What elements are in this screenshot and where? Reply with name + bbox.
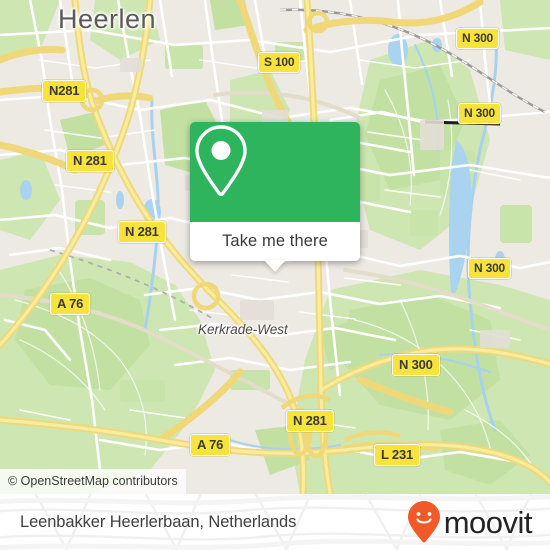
map-canvas[interactable]: Heerlen Kerkrade-West S 100 N 300 N281 N…	[0, 0, 550, 494]
popup-pin-panel	[190, 122, 360, 222]
footer-bar: Leenbakker Heerlerbaan, Netherlands moov…	[0, 494, 550, 550]
moovit-brand-logo[interactable]: moovit	[407, 500, 533, 544]
footer-content: Leenbakker Heerlerbaan, Netherlands moov…	[0, 494, 550, 550]
take-me-there-popup[interactable]: Take me there	[190, 122, 360, 272]
popup-pointer-tail	[264, 260, 286, 272]
take-me-there-label: Take me there	[222, 232, 328, 250]
popup-action-bar[interactable]: Take me there	[190, 222, 360, 272]
moovit-wordmark: moovit	[443, 504, 533, 540]
location-title: Leenbakker Heerlerbaan, Netherlands	[20, 512, 297, 531]
openstreetmap-attribution[interactable]: © OpenStreetMap contributors	[0, 468, 186, 494]
map-pin-icon	[195, 125, 247, 197]
moovit-map-screenshot: Heerlen Kerkrade-West S 100 N 300 N281 N…	[0, 0, 550, 550]
moovit-pin-smiley-icon	[407, 501, 440, 543]
